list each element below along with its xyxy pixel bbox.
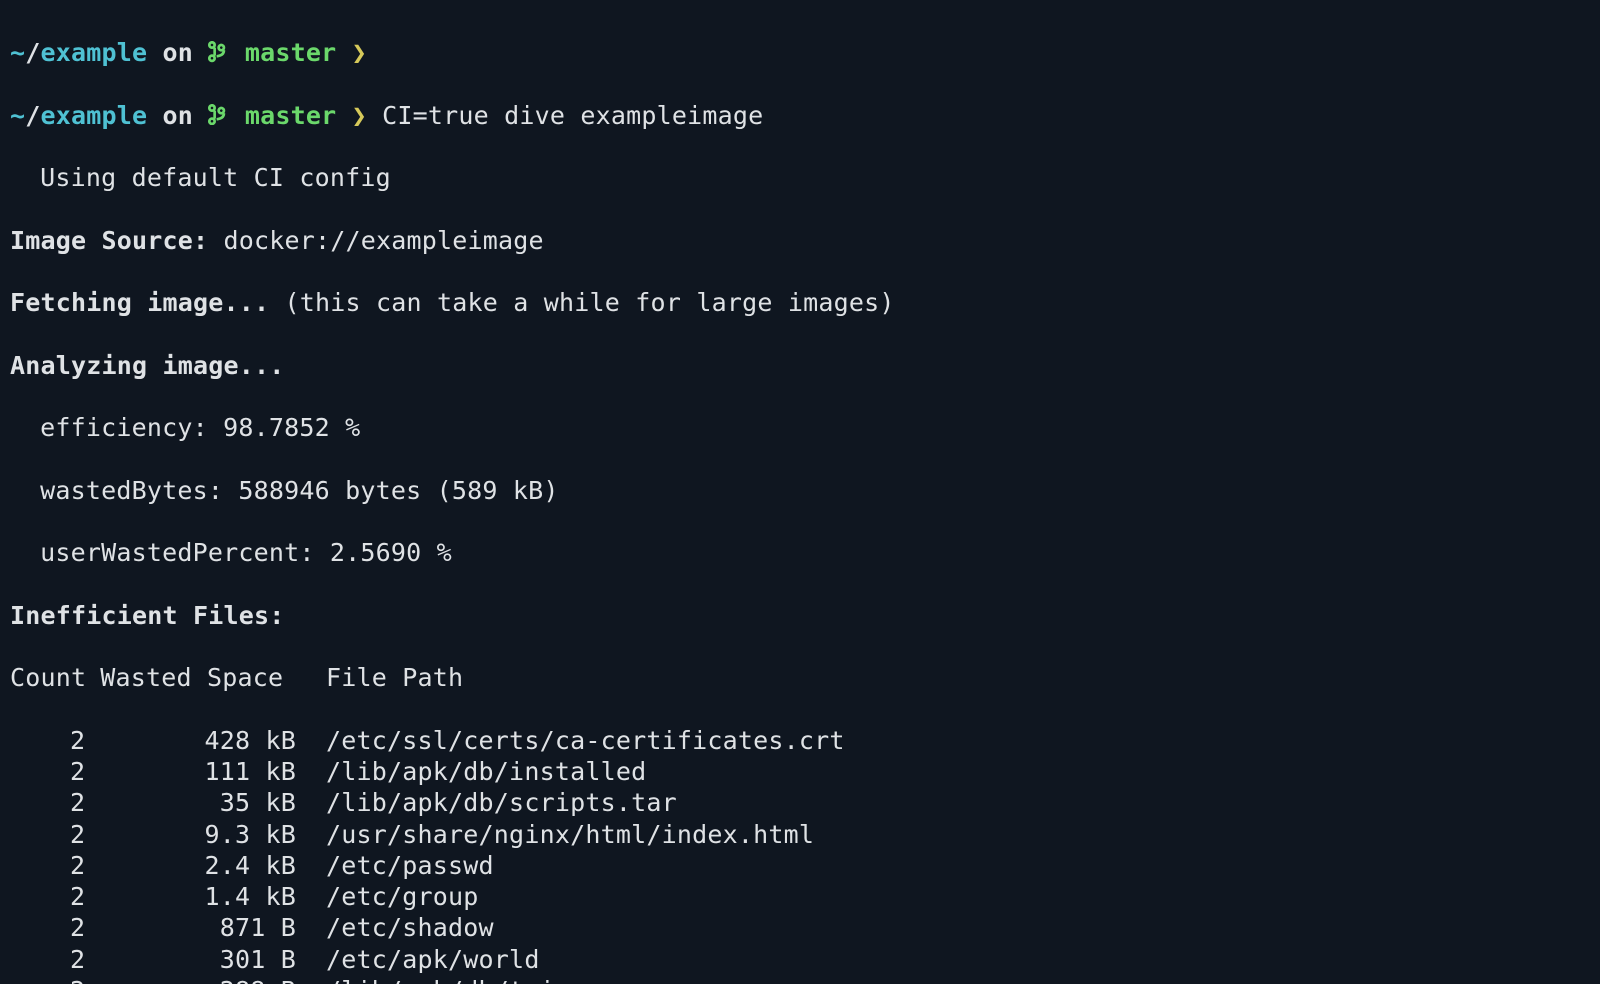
cell-path: /etc/apk/world — [326, 944, 540, 975]
cell-count: 2 — [10, 725, 85, 756]
prompt-tilde: ~ — [10, 38, 25, 67]
table-row: 2 288 B/lib/apk/db/triggers — [10, 975, 1590, 984]
cell-count: 2 — [10, 912, 85, 943]
cell-path: /lib/apk/db/installed — [326, 756, 646, 787]
table-row: 2 1.4 kB/etc/group — [10, 881, 1590, 912]
cell-size: 428 kB — [100, 725, 296, 756]
table-header: CountWasted SpaceFile Path — [10, 662, 1590, 693]
cell-size: 111 kB — [100, 756, 296, 787]
line-analyzing: Analyzing image... — [10, 350, 1590, 381]
table-row: 2 35 kB/lib/apk/db/scripts.tar — [10, 787, 1590, 818]
cell-count: 2 — [10, 944, 85, 975]
table-row: 2 301 B/etc/apk/world — [10, 944, 1590, 975]
cell-size: 288 B — [100, 975, 296, 984]
prompt-branch: master — [230, 38, 352, 67]
terminal-output[interactable]: ~/example on master ❯ ~/example on maste… — [0, 0, 1600, 984]
cell-count: 2 — [10, 850, 85, 881]
prompt-sep: / — [25, 38, 40, 67]
line-image-source: Image Source: docker://exampleimage — [10, 225, 1590, 256]
cell-count: 2 — [10, 787, 85, 818]
prompt-line-2: ~/example on master ❯ CI=true dive examp… — [10, 100, 1590, 131]
cell-count: 2 — [10, 881, 85, 912]
cell-size: 2.4 kB — [100, 850, 296, 881]
cell-size: 9.3 kB — [100, 819, 296, 850]
line-user-wasted: userWastedPercent: 2.5690 % — [10, 537, 1590, 568]
cell-size: 1.4 kB — [100, 881, 296, 912]
cell-size: 301 B — [100, 944, 296, 975]
cell-count: 2 — [10, 975, 85, 984]
file-rows: 2 428 kB/etc/ssl/certs/ca-certificates.cr… — [10, 725, 1590, 984]
cell-count: 2 — [10, 756, 85, 787]
table-row: 2 871 B/etc/shadow — [10, 912, 1590, 943]
table-row: 2 111 kB/lib/apk/db/installed — [10, 756, 1590, 787]
line-using-cfg: Using default CI config — [10, 162, 1590, 193]
cell-path: /usr/share/nginx/html/index.html — [326, 819, 814, 850]
prompt-arrow-icon: ❯ — [352, 101, 367, 130]
prompt-arrow-icon: ❯ — [352, 38, 367, 67]
prompt-dir: example — [41, 38, 148, 67]
line-fetching: Fetching image... (this can take a while… — [10, 287, 1590, 318]
cell-count: 2 — [10, 819, 85, 850]
prompt-line-1: ~/example on master ❯ — [10, 37, 1590, 68]
cell-path: /etc/passwd — [326, 850, 494, 881]
branch-icon — [208, 101, 229, 130]
line-wasted-bytes: wastedBytes: 588946 bytes (589 kB) — [10, 475, 1590, 506]
cell-path: /lib/apk/db/scripts.tar — [326, 787, 677, 818]
cell-size: 35 kB — [100, 787, 296, 818]
command-text: CI=true dive exampleimage — [367, 101, 764, 130]
branch-icon — [208, 38, 229, 67]
line-inefficient-files: Inefficient Files: — [10, 600, 1590, 631]
cell-path: /etc/shadow — [326, 912, 494, 943]
cell-path: /etc/ssl/certs/ca-certificates.crt — [326, 725, 845, 756]
cell-path: /lib/apk/db/triggers — [326, 975, 631, 984]
table-row: 2 2.4 kB/etc/passwd — [10, 850, 1590, 881]
prompt-on: on — [147, 38, 208, 67]
line-efficiency: efficiency: 98.7852 % — [10, 412, 1590, 443]
table-row: 2 9.3 kB/usr/share/nginx/html/index.html — [10, 819, 1590, 850]
table-row: 2 428 kB/etc/ssl/certs/ca-certificates.cr… — [10, 725, 1590, 756]
cell-path: /etc/group — [326, 881, 479, 912]
cell-size: 871 B — [100, 912, 296, 943]
